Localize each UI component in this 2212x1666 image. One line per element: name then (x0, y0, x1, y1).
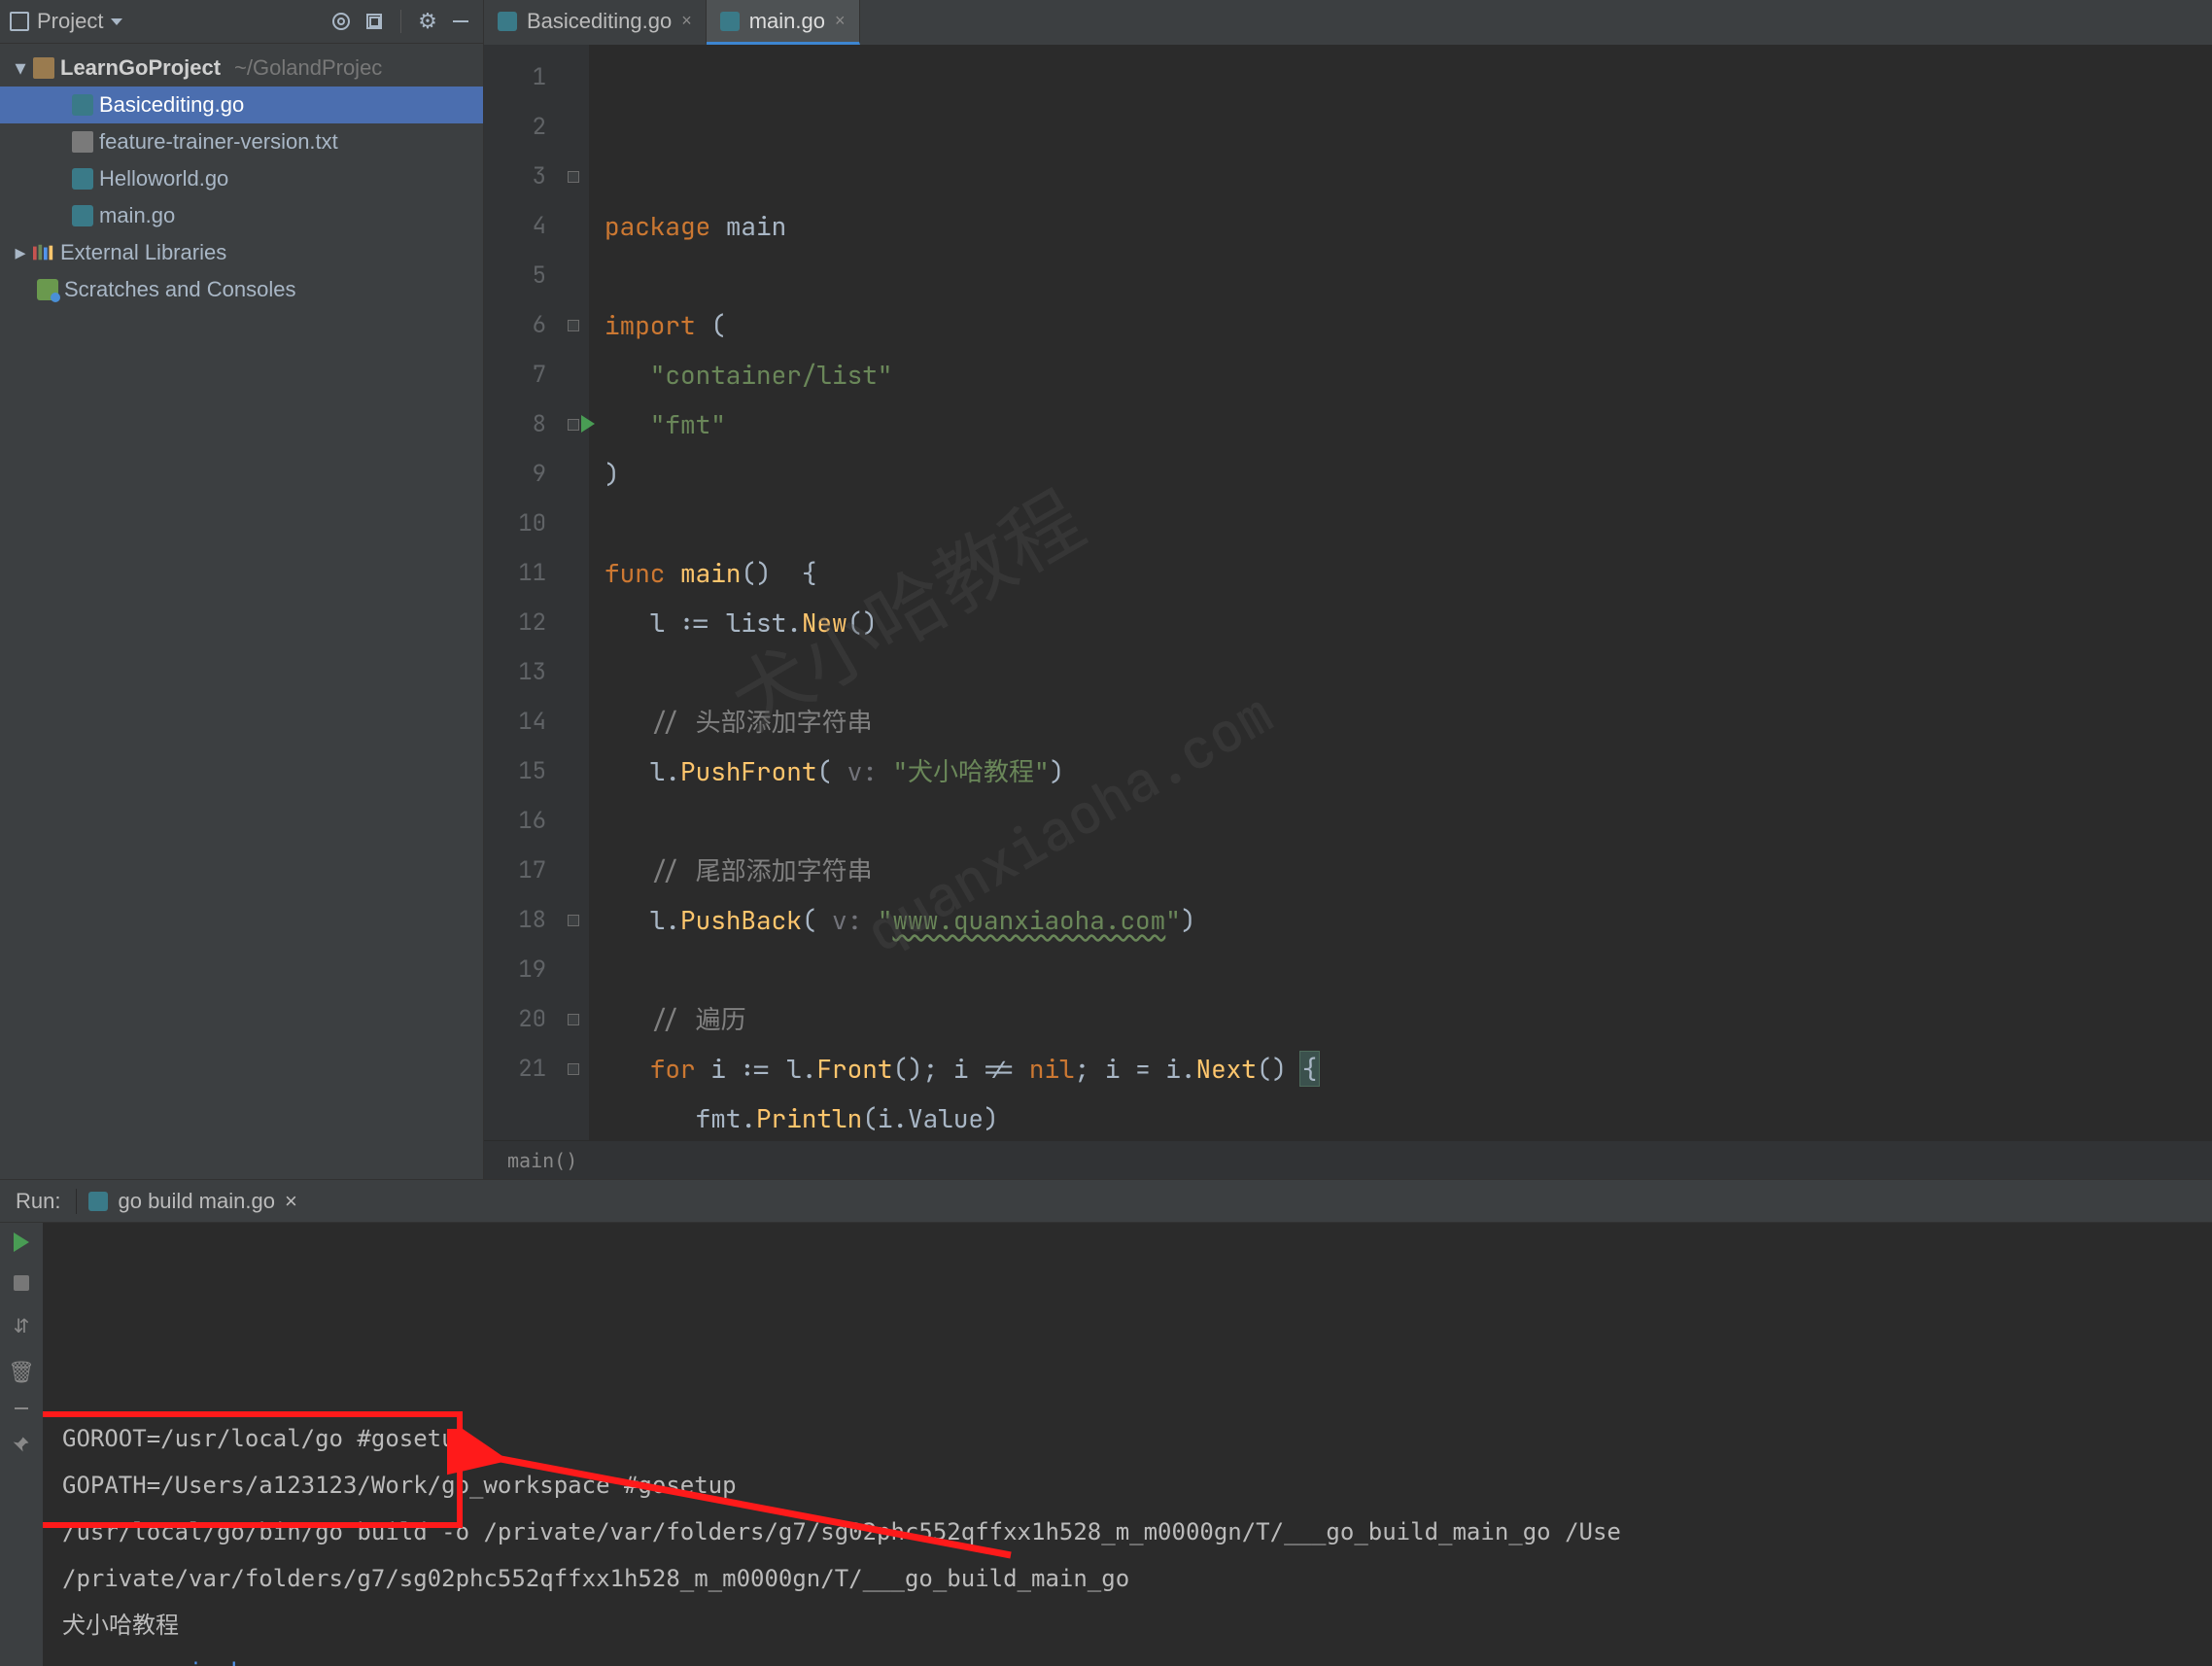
tab-label: Basicediting.go (527, 9, 672, 34)
code-line[interactable]: import ( (605, 300, 2212, 350)
close-icon[interactable]: × (681, 11, 692, 31)
run-config-tab[interactable]: go build main.go × (76, 1189, 308, 1214)
folder-icon (33, 57, 54, 79)
run-body: ⇵ 🗑 GOROOT=/usr/local/go #gosetupGOPATH=… (0, 1223, 2212, 1666)
code-line[interactable]: package main (605, 201, 2212, 251)
tree-file[interactable]: Basicediting.go (0, 87, 483, 123)
tree-scratches[interactable]: Scratches and Consoles (0, 271, 483, 308)
code-area[interactable]: 犬小哈教程 quanxiaoha.com package mainimport … (589, 45, 2212, 1140)
code-line[interactable]: l.PushFront( v: "犬小哈教程") (605, 746, 2212, 796)
code-line[interactable]: // 遍历 (605, 994, 2212, 1044)
close-icon[interactable]: × (835, 11, 846, 31)
tree-file[interactable]: Helloworld.go (0, 160, 483, 197)
code-line[interactable]: fmt.Println(i.Value) (605, 1093, 2212, 1140)
code-line[interactable] (605, 647, 2212, 697)
breadcrumb-item[interactable]: main() (507, 1149, 577, 1172)
project-sidebar: Project ⚙ ▾ LearnGoProject ~/GolandProje… (0, 0, 484, 1179)
tree-file-label: main.go (99, 203, 175, 228)
console-link[interactable]: www.quanxiaoha.com (62, 1658, 315, 1666)
code-line[interactable] (605, 251, 2212, 300)
chevron-down-icon[interactable]: ▾ (14, 55, 27, 81)
go-file-icon (72, 205, 93, 226)
code-line[interactable] (605, 499, 2212, 548)
code-line[interactable]: l := list.New() (605, 598, 2212, 647)
editor-body[interactable]: 123456789101112131415161718192021 犬小哈教程 … (484, 45, 2212, 1140)
code-line[interactable] (605, 796, 2212, 846)
code-line[interactable]: l.PushBack( v: "www.quanxiaoha.com") (605, 895, 2212, 945)
stop-icon[interactable] (14, 1275, 29, 1291)
fold-icon[interactable] (568, 320, 579, 331)
run-toolwindow: Run: go build main.go × ⇵ 🗑 (0, 1179, 2212, 1666)
console-line: /private/var/folders/g7/sg02phc552qffxx1… (62, 1555, 2212, 1602)
code-line[interactable] (605, 945, 2212, 994)
tree-root-hint: ~/GolandProjec (234, 55, 382, 81)
run-toolwindow-title: Run: (0, 1189, 76, 1214)
go-file-icon (498, 12, 517, 31)
gear-icon[interactable]: ⚙ (415, 9, 440, 34)
fold-icon[interactable] (568, 1014, 579, 1025)
code-line[interactable]: func main() { (605, 548, 2212, 598)
run-tabbar: Run: go build main.go × (0, 1180, 2212, 1223)
upper-pane: Project ⚙ ▾ LearnGoProject ~/GolandProje… (0, 0, 2212, 1179)
console-line: 犬小哈教程 (62, 1602, 2212, 1649)
go-file-icon (88, 1192, 108, 1211)
project-icon (10, 12, 29, 31)
run-config-label: go build main.go (118, 1189, 274, 1214)
run-toolbar: ⇵ 🗑 (0, 1223, 43, 1666)
locate-icon[interactable] (328, 9, 354, 34)
code-line[interactable]: // 尾部添加字符串 (605, 846, 2212, 895)
breadcrumb[interactable]: main() (484, 1140, 2212, 1179)
close-icon[interactable]: × (285, 1189, 297, 1214)
code-line[interactable]: for i := l.Front(); i != nil; i = i.Next… (605, 1044, 2212, 1093)
code-line[interactable]: ) (605, 449, 2212, 499)
fold-icon[interactable] (568, 419, 579, 431)
tree-file[interactable]: feature-trainer-version.txt (0, 123, 483, 160)
fold-icon[interactable] (568, 915, 579, 926)
tree-root-label: LearnGoProject (60, 55, 221, 81)
tree-root[interactable]: ▾ LearnGoProject ~/GolandProjec (0, 50, 483, 87)
editor-gutter[interactable]: 123456789101112131415161718192021 (484, 45, 566, 1140)
code-line[interactable]: "fmt" (605, 399, 2212, 449)
go-file-icon (72, 94, 93, 116)
fold-column[interactable] (566, 45, 589, 1140)
hide-icon[interactable] (448, 9, 473, 34)
go-file-icon (720, 12, 740, 31)
tree-libs-label: External Libraries (60, 240, 226, 265)
library-icon (33, 242, 54, 263)
tree-external-libs[interactable]: ▸ External Libraries (0, 234, 483, 271)
annotation-box (43, 1411, 463, 1528)
txt-file-icon (72, 131, 93, 153)
chevron-right-icon[interactable]: ▸ (14, 240, 27, 265)
editor-tab[interactable]: Basicediting.go × (484, 0, 707, 45)
trash-icon[interactable]: 🗑 (10, 1361, 33, 1384)
tree-file-label: Basicediting.go (99, 92, 244, 118)
tab-label: main.go (749, 9, 825, 34)
chevron-down-icon[interactable] (111, 18, 122, 25)
tree-file[interactable]: main.go (0, 197, 483, 234)
ide-window: Project ⚙ ▾ LearnGoProject ~/GolandProje… (0, 0, 2212, 1666)
code-line[interactable]: "container/list" (605, 350, 2212, 399)
divider (400, 10, 401, 33)
console-line: www.quanxiaoha.com (62, 1649, 2212, 1666)
editor-area: Basicediting.go × main.go × 123456789101… (484, 0, 2212, 1179)
tree-file-label: Helloworld.go (99, 166, 228, 191)
fold-icon[interactable] (568, 171, 579, 183)
project-toolwindow-title[interactable]: Project (37, 9, 103, 34)
fold-icon[interactable] (568, 1063, 579, 1075)
rerun-icon[interactable] (14, 1232, 29, 1252)
project-toolwindow-header: Project ⚙ (0, 0, 483, 44)
project-tree[interactable]: ▾ LearnGoProject ~/GolandProjec Basicedi… (0, 44, 483, 314)
console-output[interactable]: GOROOT=/usr/local/go #gosetupGOPATH=/Use… (43, 1223, 2212, 1666)
soft-wrap-icon[interactable] (15, 1407, 28, 1409)
editor-tabbar: Basicediting.go × main.go × (484, 0, 2212, 45)
expand-all-icon[interactable] (362, 9, 387, 34)
down-arrow-icon[interactable]: ⇵ (10, 1314, 33, 1337)
code-line[interactable]: // 头部添加字符串 (605, 697, 2212, 746)
tree-file-label: feature-trainer-version.txt (99, 129, 338, 155)
scratches-icon (37, 279, 58, 300)
pin-icon[interactable] (10, 1433, 33, 1456)
tree-scratches-label: Scratches and Consoles (64, 277, 295, 302)
editor-tab[interactable]: main.go × (707, 0, 860, 45)
go-file-icon (72, 168, 93, 190)
